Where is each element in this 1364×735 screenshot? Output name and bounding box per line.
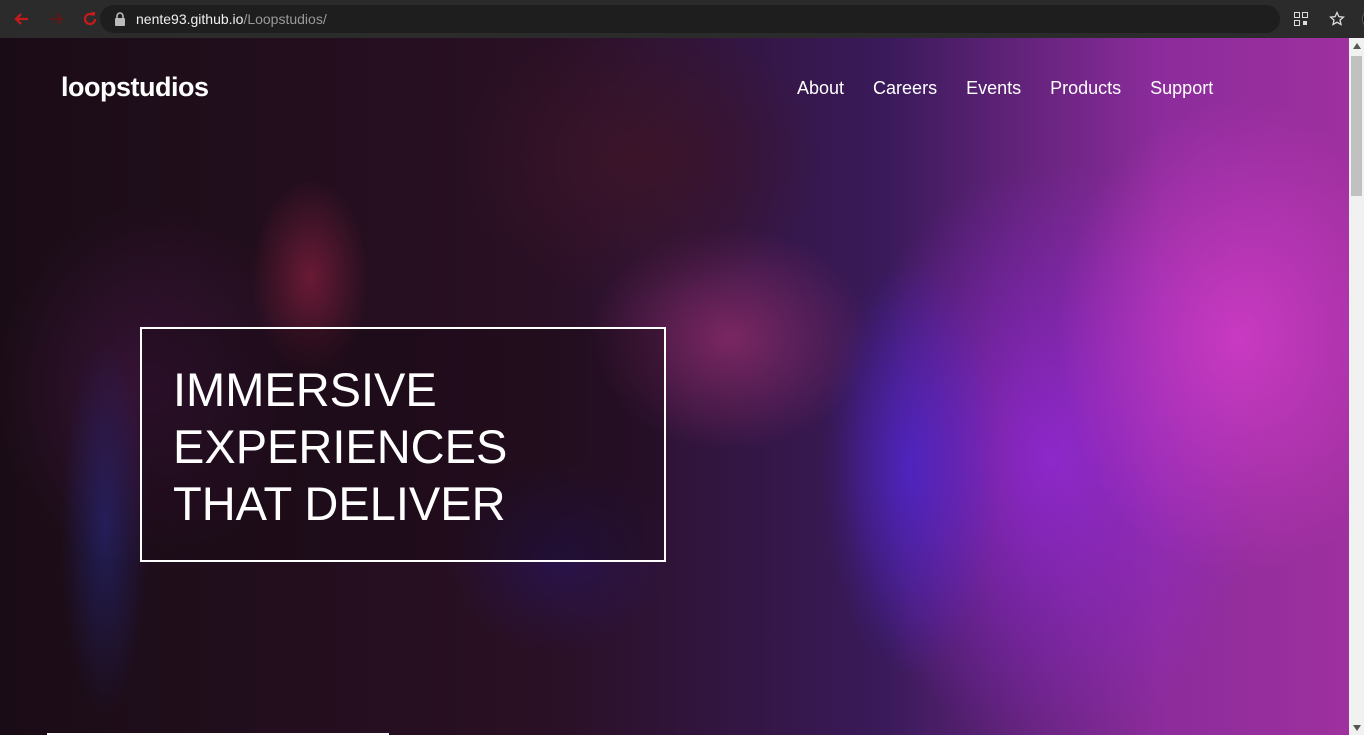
browser-actions [1290, 8, 1364, 30]
hero-title: IMMERSIVE EXPERIENCES THAT DELIVER [173, 361, 653, 532]
background-glow [60, 338, 150, 718]
address-bar[interactable]: nente93.github.io/Loopstudios/ [100, 5, 1280, 33]
main-nav: About Careers Events Products Support [797, 78, 1242, 99]
url-path: /Loopstudios/ [243, 11, 327, 27]
star-icon[interactable] [1326, 8, 1348, 30]
url-host: nente93.github.io [136, 11, 244, 27]
nav-link-support[interactable]: Support [1150, 78, 1213, 99]
reload-icon[interactable] [80, 9, 100, 29]
background-glow [820, 258, 1000, 678]
hero-line: IMMERSIVE [173, 363, 437, 416]
lock-icon [114, 12, 128, 26]
scroll-up-arrow-icon[interactable] [1349, 38, 1364, 53]
scrollbar-thumb[interactable] [1351, 56, 1362, 196]
nav-link-products[interactable]: Products [1050, 78, 1121, 99]
nav-link-careers[interactable]: Careers [873, 78, 937, 99]
hero-line: THAT DELIVER [173, 477, 506, 530]
qr-code-icon[interactable] [1290, 8, 1312, 30]
site-logo[interactable]: loopstudios [61, 72, 209, 103]
forward-arrow-icon[interactable] [46, 9, 66, 29]
nav-link-about[interactable]: About [797, 78, 844, 99]
page-viewport: loopstudios About Careers Events Product… [0, 38, 1364, 735]
hero-box: IMMERSIVE EXPERIENCES THAT DELIVER [140, 327, 666, 562]
site-header: loopstudios About Careers Events Product… [0, 38, 1349, 138]
nav-link-events[interactable]: Events [966, 78, 1021, 99]
hero-line: EXPERIENCES [173, 420, 508, 473]
browser-toolbar: nente93.github.io/Loopstudios/ [0, 0, 1364, 38]
vertical-scrollbar[interactable] [1349, 38, 1364, 735]
back-arrow-icon[interactable] [12, 9, 32, 29]
scroll-down-arrow-icon[interactable] [1349, 720, 1364, 735]
browser-nav-buttons [0, 9, 100, 29]
